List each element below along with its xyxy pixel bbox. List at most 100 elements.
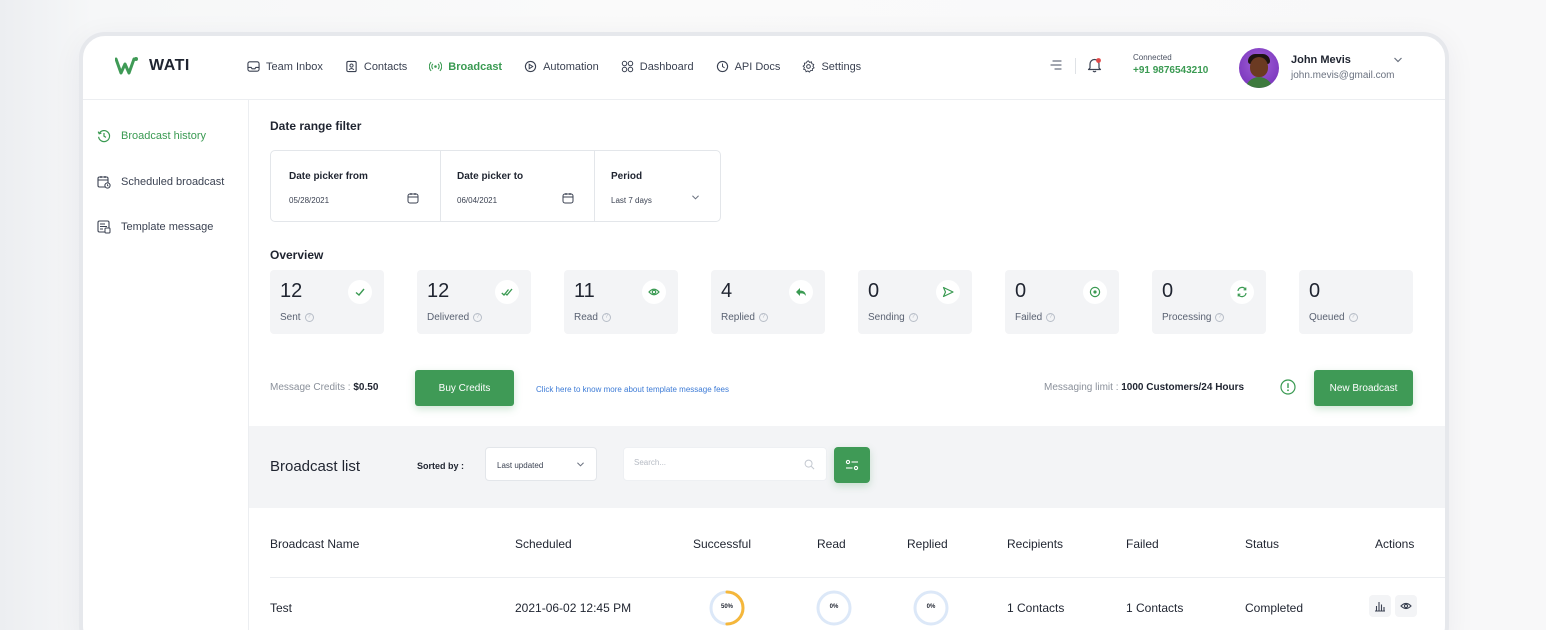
date-to-field[interactable]: Date picker to 06/04/2021 xyxy=(440,151,594,221)
stat-label: Delivered? xyxy=(427,312,483,323)
user-info[interactable]: John Mevis john.mevis@gmail.com xyxy=(1291,54,1395,81)
top-navigation-bar: WATI Team Inbox Contacts Broadcast Autom… xyxy=(83,36,1445,100)
nav-broadcast[interactable]: Broadcast xyxy=(429,60,502,73)
help-icon[interactable]: ? xyxy=(1348,313,1358,322)
replied-percent: 0% xyxy=(926,604,936,610)
read-percent: 0% xyxy=(829,604,839,610)
menu-icon[interactable] xyxy=(1049,58,1063,72)
scheduled-time: 2021-06-02 12:45 PM xyxy=(515,601,632,615)
nav-api-docs[interactable]: API Docs xyxy=(716,60,781,73)
app-window: WATI Team Inbox Contacts Broadcast Autom… xyxy=(79,32,1449,630)
buy-credits-button[interactable]: Buy Credits xyxy=(415,370,514,406)
user-name: John Mevis xyxy=(1291,54,1351,66)
sidebar-item-scheduled-broadcast[interactable]: Scheduled broadcast xyxy=(97,175,224,189)
help-icon[interactable]: ? xyxy=(758,313,768,322)
period-select[interactable]: Period Last 7 days xyxy=(594,151,720,221)
connection-status: Connected +91 9876543210 xyxy=(1133,53,1208,76)
brand-name: WATI xyxy=(149,57,190,74)
stat-value: 0 xyxy=(1015,280,1027,302)
stat-icon-badge xyxy=(348,280,372,304)
template-fees-link[interactable]: Click here to know more about template m… xyxy=(536,385,729,394)
stat-label-text: Replied xyxy=(721,312,755,323)
connected-phone: +91 9876543210 xyxy=(1133,65,1209,76)
filter-sliders-icon xyxy=(845,459,859,471)
stat-label-text: Read xyxy=(574,312,598,323)
nav-label: Dashboard xyxy=(639,60,694,73)
help-icon[interactable]: ? xyxy=(473,313,483,322)
column-header-name[interactable]: Broadcast Name xyxy=(270,537,359,551)
nav-label: Settings xyxy=(821,60,862,73)
help-icon[interactable]: ? xyxy=(1215,313,1225,322)
stat-label: Queued? xyxy=(1309,312,1358,323)
search-input[interactable] xyxy=(634,458,794,467)
column-header-read[interactable]: Read xyxy=(817,537,846,551)
stat-icon-badge xyxy=(789,280,813,304)
stat-label-text: Processing xyxy=(1162,312,1212,323)
stat-label-text: Sent xyxy=(280,312,301,323)
search-icon[interactable] xyxy=(804,459,815,470)
bar-chart-icon xyxy=(1375,602,1385,612)
broadcast-name[interactable]: Test xyxy=(270,601,292,615)
date-from-value: 05/28/2021 xyxy=(289,196,330,205)
nav-team-inbox[interactable]: Team Inbox xyxy=(247,60,323,73)
column-header-replied[interactable]: Replied xyxy=(907,537,948,551)
column-header-successful[interactable]: Successful xyxy=(693,537,751,551)
stat-value: 0 xyxy=(868,280,880,302)
nav-settings[interactable]: Settings xyxy=(802,60,861,73)
avatar[interactable] xyxy=(1239,48,1279,88)
calendar-icon[interactable] xyxy=(562,192,574,204)
filter-button[interactable] xyxy=(834,447,870,483)
help-icon[interactable]: ? xyxy=(304,313,314,322)
stat-label-text: Failed xyxy=(1015,312,1043,323)
stat-icon-badge xyxy=(936,280,960,304)
nav-label: Team Inbox xyxy=(266,60,323,73)
nav-contacts[interactable]: Contacts xyxy=(345,60,407,73)
column-header-recipients[interactable]: Recipients xyxy=(1007,537,1063,551)
nav-automation[interactable]: Automation xyxy=(524,60,599,73)
date-from-field[interactable]: Date picker from 05/28/2021 xyxy=(271,151,440,221)
history-icon xyxy=(97,129,111,143)
stat-value: 0 xyxy=(1162,280,1174,302)
help-icon[interactable]: ? xyxy=(601,313,611,322)
help-icon[interactable]: ? xyxy=(908,313,918,322)
broadcast-icon xyxy=(429,61,443,72)
stat-icon-badge xyxy=(1083,280,1107,304)
dashboard-icon xyxy=(621,60,633,73)
date-from-label: Date picker from xyxy=(289,171,368,182)
read-progress-ring: 0% xyxy=(815,589,853,627)
credits-label: Message Credits : xyxy=(270,382,351,393)
view-button[interactable] xyxy=(1395,595,1417,617)
broadcast-list-toolbar: Broadcast list Sorted by : Last updated xyxy=(249,426,1445,508)
help-icon[interactable]: ? xyxy=(1046,313,1056,322)
sort-select[interactable]: Last updated xyxy=(485,447,597,481)
stat-icon-badge xyxy=(495,280,519,304)
user-email: john.mevis@gmail.com xyxy=(1291,70,1395,81)
nav-label: API Docs xyxy=(734,60,781,73)
header-divider xyxy=(1075,58,1076,74)
new-broadcast-button[interactable]: New Broadcast xyxy=(1314,370,1413,406)
analytics-button[interactable] xyxy=(1369,595,1391,617)
check-icon xyxy=(355,288,365,296)
overview-title: Overview xyxy=(270,248,324,262)
column-header-status[interactable]: Status xyxy=(1245,537,1279,551)
eye-icon xyxy=(648,288,660,296)
stat-label-text: Queued xyxy=(1309,312,1345,323)
calendar-icon[interactable] xyxy=(407,192,419,204)
notification-bell-icon[interactable] xyxy=(1087,57,1102,73)
stat-label-text: Delivered xyxy=(427,312,470,323)
chevron-down-icon[interactable] xyxy=(1393,56,1403,64)
sidebar-item-label: Template message xyxy=(121,221,214,233)
search-box xyxy=(623,447,827,481)
brand-logo[interactable]: WATI xyxy=(115,56,190,76)
column-header-scheduled[interactable]: Scheduled xyxy=(515,537,572,551)
stat-card-delivered: 12 Delivered? xyxy=(417,270,531,334)
column-header-failed[interactable]: Failed xyxy=(1126,537,1159,551)
stat-label: Processing? xyxy=(1162,312,1225,323)
nav-dashboard[interactable]: Dashboard xyxy=(621,60,694,73)
sidebar-item-broadcast-history[interactable]: Broadcast history xyxy=(97,129,206,143)
sidebar-item-template-message[interactable]: Template message xyxy=(97,220,213,234)
failed-count: 1 Contacts xyxy=(1126,601,1184,615)
info-icon[interactable] xyxy=(1280,379,1296,395)
stat-icon-badge xyxy=(642,280,666,304)
nav-label: Automation xyxy=(543,60,599,73)
